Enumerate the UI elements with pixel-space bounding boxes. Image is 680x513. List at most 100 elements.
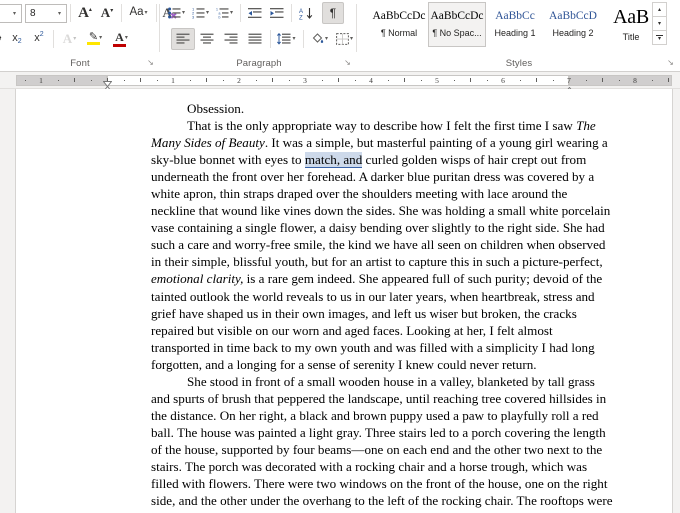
numbering-button[interactable]: 123 ▾ [189, 2, 213, 24]
divider [303, 29, 304, 48]
document-text-body[interactable]: Obsession. That is the only appropriate w… [151, 100, 613, 513]
font-size-value: 8 [30, 7, 36, 19]
style-heading-1[interactable]: AaBbCс Heading 1 [486, 2, 544, 47]
ruler-number: 3 [303, 76, 307, 85]
chevron-down-icon[interactable]: ▾ [145, 10, 148, 16]
ruler-tick [668, 78, 669, 82]
chevron-down-icon[interactable]: ▾ [99, 35, 102, 41]
ribbon-group-font: a ▾ 8 ▾ A▴ A▾ Aa ▾ [0, 0, 177, 71]
paragraph-2[interactable]: She stood in front of a small wooden hou… [151, 373, 613, 513]
show-formatting-marks-button[interactable]: ¶ [322, 2, 344, 24]
numbering-icon: 123 [192, 7, 205, 19]
style-no-spacing[interactable]: AaBbCcDc ¶ No Spac... [428, 2, 486, 47]
ruler-tick [404, 78, 405, 82]
document-scroll-area[interactable]: Obsession. That is the only appropriate w… [0, 89, 680, 513]
font-dialog-launcher[interactable]: ↘ [145, 57, 156, 68]
sort-button[interactable]: AZ [295, 2, 317, 24]
style-heading-2[interactable]: AaBbCcD Heading 2 [544, 2, 602, 47]
style-name-label: ¶ Normal [380, 27, 418, 38]
chevron-down-icon[interactable]: ▾ [125, 35, 128, 41]
font-color-swatch [113, 44, 126, 47]
font-color-button[interactable]: A ▾ [109, 28, 135, 50]
change-case-button[interactable]: Aa ▾ [125, 2, 153, 24]
ruler-tick [519, 79, 521, 81]
paragraph-1[interactable]: That is the only appropriate way to desc… [151, 117, 613, 373]
align-center-button[interactable] [195, 28, 219, 50]
ruler-tick [123, 79, 125, 81]
font-size-combo[interactable]: 8 ▾ [25, 3, 67, 23]
ruler-tick [57, 79, 59, 81]
chevron-down-icon[interactable]: ▾ [292, 36, 295, 42]
style-normal[interactable]: AaBbCcDc ¶ Normal [370, 2, 428, 47]
justify-button[interactable] [243, 28, 267, 50]
chevron-down-icon[interactable]: ▾ [325, 36, 328, 42]
ruler-tick [206, 78, 207, 82]
align-left-button[interactable] [171, 27, 195, 50]
font-name-value: a [0, 8, 8, 19]
divider [291, 4, 292, 22]
styles-gallery: AaBbCcDc ¶ Normal AaBbCcDc ¶ No Spac... AaBb… [370, 2, 660, 47]
change-case-icon: Aa [129, 6, 144, 19]
multilevel-list-button[interactable]: 1ab ▾ [213, 2, 237, 24]
align-right-button[interactable] [219, 28, 243, 50]
line-spacing-button[interactable]: ▾ [274, 28, 300, 50]
borders-button[interactable]: ▾ [333, 28, 357, 50]
decrease-indent-button[interactable] [244, 2, 266, 24]
increase-indent-button[interactable] [266, 2, 288, 24]
superscript-button[interactable]: x2 [28, 28, 50, 50]
shading-button[interactable]: ▾ [307, 28, 333, 50]
selected-text-run: match, and [304, 152, 363, 169]
font-name-combo[interactable]: a ▾ [0, 3, 22, 23]
ribbon-group-paragraph: ▾ 123 ▾ 1ab ▾ AZ ¶ ▾ ▾ ▾ Paragraph ↘ [161, 0, 357, 71]
paragraph-dialog-launcher[interactable]: ↘ [342, 57, 353, 68]
ribbon: a ▾ 8 ▾ A▴ A▾ Aa ▾ [0, 0, 680, 72]
highlight-color-swatch [87, 42, 100, 45]
bullets-button[interactable]: ▾ [165, 2, 189, 24]
chevron-down-icon[interactable]: ▾ [53, 10, 66, 17]
ruler-number: 6 [501, 76, 505, 85]
style-preview: AaBbCcDc [372, 11, 426, 23]
ruler-number: 2 [237, 76, 241, 85]
divider [240, 4, 241, 22]
styles-dialog-launcher[interactable]: ↘ [665, 57, 676, 68]
text-run: She stood in front of a small wooden hou… [151, 373, 613, 513]
divider [156, 4, 157, 22]
text-highlight-color-button[interactable]: ✎ ▾ [83, 28, 109, 50]
text-effects-button: A ▾ [57, 28, 83, 50]
align-right-icon [224, 33, 238, 44]
ruler-tick [552, 79, 554, 81]
ruler-tick [321, 79, 323, 81]
document-page[interactable]: Obsession. That is the only appropriate w… [16, 89, 672, 513]
strikethrough-icon: ab [0, 33, 1, 44]
align-left-icon [176, 33, 190, 44]
ruler-tick [255, 79, 257, 81]
ruler-tick [470, 78, 471, 82]
styles-more-button[interactable]: ▾ [652, 30, 667, 45]
align-center-icon [200, 33, 214, 44]
styles-scroll-up-button[interactable]: ▴ [652, 2, 667, 17]
ruler-tick [618, 79, 620, 81]
chevron-down-icon: ▾ [73, 35, 77, 42]
shrink-font-icon: A [100, 5, 111, 20]
grow-font-button[interactable]: A ▴ [74, 2, 96, 24]
chevron-down-icon[interactable]: ▾ [206, 10, 209, 16]
subscript-button[interactable]: x2 [6, 28, 28, 50]
styles-scroll-down-button[interactable]: ▾ [652, 16, 667, 31]
ruler-tick [585, 79, 587, 81]
ruler-tick [354, 79, 356, 81]
chevron-down-icon[interactable]: ▾ [350, 36, 353, 42]
chevron-down-icon[interactable]: ▾ [182, 10, 185, 16]
ruler-tick [486, 79, 488, 81]
text-run: That is the only appropriate way to desc… [187, 118, 577, 134]
document-title-line[interactable]: Obsession. [151, 100, 613, 117]
divider [70, 4, 71, 22]
style-preview: AaBbCcD [549, 11, 597, 23]
shrink-font-button[interactable]: A ▾ [96, 2, 118, 24]
chevron-down-icon[interactable]: ▾ [8, 10, 21, 17]
ruler-tick [222, 79, 224, 81]
horizontal-ruler[interactable]: 112345678 [0, 72, 680, 96]
svg-text:b: b [218, 15, 220, 19]
justify-icon [248, 33, 262, 44]
chevron-down-icon[interactable]: ▾ [230, 10, 233, 16]
svg-text:Z: Z [299, 15, 303, 20]
